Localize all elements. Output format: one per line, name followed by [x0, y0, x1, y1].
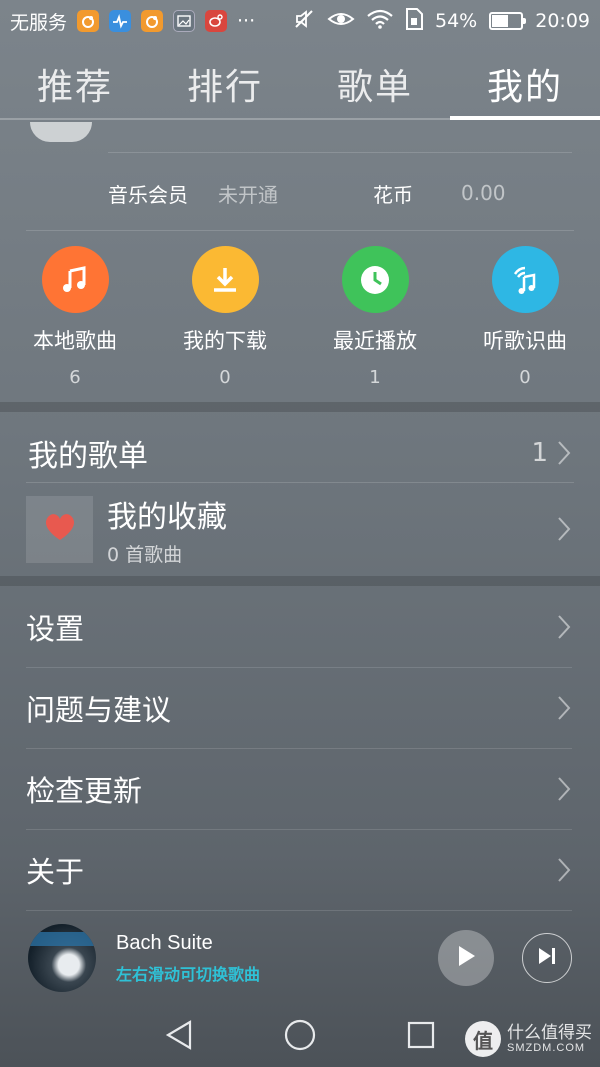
sim-icon [405, 7, 423, 35]
quick-count: 0 [519, 367, 531, 388]
menu-item-settings[interactable]: 设置 [26, 587, 572, 668]
quick-my-downloads[interactable]: 我的下载 0 [150, 246, 300, 396]
divider [26, 482, 574, 483]
coins-value[interactable]: 0.00 [461, 181, 506, 205]
heart-icon [43, 512, 77, 546]
now-playing-title: Bach Suite [116, 931, 213, 954]
menu-item-feedback[interactable]: 问题与建议 [26, 668, 572, 749]
quick-label: 本地歌曲 [33, 329, 117, 353]
music-member-status[interactable]: 未开通 [218, 179, 278, 208]
music-note-icon [41, 246, 109, 313]
recents-icon[interactable] [406, 1020, 436, 1054]
chevron-right-icon [556, 855, 572, 885]
album-art[interactable] [28, 924, 96, 992]
more-notifications-indicator: ··· [237, 10, 256, 32]
next-track-button[interactable] [522, 933, 572, 983]
quick-local-songs[interactable]: 本地歌曲 6 [0, 246, 150, 396]
tab-playlists[interactable]: 歌单 [300, 50, 450, 118]
uc-browser-icon [141, 10, 164, 32]
menu-item-check-update[interactable]: 检查更新 [26, 749, 572, 830]
tab-mine[interactable]: 我的 [450, 50, 600, 120]
favorites-thumbnail [26, 495, 93, 563]
my-playlists-title: 我的歌单 [28, 439, 148, 474]
quick-label: 最近播放 [333, 329, 417, 353]
menu-item-about[interactable]: 关于 [26, 830, 572, 911]
menu-item-label: 检查更新 [26, 774, 143, 808]
top-tab-bar: 推荐 排行 歌单 我的 [0, 50, 600, 120]
profile-divider [108, 152, 572, 153]
watermark-logo: 值 [465, 1021, 501, 1057]
favorites-song-count: 0 首歌曲 [107, 543, 183, 566]
favorites-playlist-row[interactable]: 我的收藏 0 首歌曲 [26, 494, 572, 566]
avatar[interactable] [30, 122, 92, 142]
quick-recent-plays[interactable]: 最近播放 1 [300, 246, 450, 396]
watermark: 值 什么值得买 SMZDM.COM [465, 1021, 592, 1057]
play-button[interactable] [438, 930, 494, 986]
divider [26, 230, 574, 231]
mini-player[interactable]: Bach Suite 左右滑动可切换歌曲 [0, 912, 600, 1004]
status-bar: 无服务 ··· 54% 20:09 [0, 0, 600, 42]
quick-actions: 本地歌曲 6 我的下载 0 最近播放 1 听歌识曲 0 [0, 246, 600, 396]
quick-label: 我的下载 [183, 329, 267, 353]
weibo-icon [205, 10, 228, 32]
play-icon [456, 945, 476, 971]
home-icon[interactable] [283, 1018, 317, 1056]
tab-charts[interactable]: 排行 [150, 50, 300, 118]
watermark-text: 什么值得买 [507, 1022, 592, 1043]
menu-item-label: 设置 [26, 612, 85, 646]
coins-label: 花币 [373, 182, 413, 207]
menu-item-label: 问题与建议 [26, 693, 172, 727]
uc-browser-icon [77, 10, 100, 32]
swipe-hint: 左右滑动可切换歌曲 [116, 964, 261, 984]
settings-menu: 设置 问题与建议 检查更新 关于 [26, 587, 572, 911]
section-separator [0, 576, 600, 586]
quick-label: 听歌识曲 [483, 329, 567, 353]
skip-next-icon [537, 946, 557, 970]
membership-row: 音乐会员 未开通 花币 0.00 [108, 176, 572, 210]
chevron-right-icon [556, 693, 572, 723]
carrier-label: 无服务 [10, 11, 68, 34]
health-icon [109, 10, 132, 32]
chevron-right-icon [556, 438, 572, 468]
back-icon[interactable] [164, 1019, 194, 1055]
eye-icon [327, 9, 355, 34]
tab-recommend[interactable]: 推荐 [0, 50, 150, 118]
chevron-right-icon [556, 612, 572, 642]
mute-icon [293, 8, 315, 35]
wifi-icon [367, 9, 393, 34]
battery-fill [492, 15, 509, 27]
clock-icon [341, 246, 409, 313]
section-separator [0, 402, 600, 412]
chevron-right-icon [556, 774, 572, 804]
menu-item-label: 关于 [26, 855, 85, 889]
download-icon [191, 246, 259, 313]
watermark-domain: SMZDM.COM [507, 1042, 586, 1055]
quick-count: 1 [369, 367, 381, 388]
gallery-icon [173, 10, 196, 32]
battery-icon [489, 12, 527, 30]
music-member-label: 音乐会员 [108, 182, 188, 207]
my-playlists-header[interactable]: 我的歌单 1 [28, 425, 572, 481]
clock-time: 20:09 [535, 10, 590, 32]
quick-count: 0 [219, 367, 231, 388]
favorites-title: 我的收藏 [107, 499, 227, 535]
music-recognition-icon [491, 246, 559, 313]
quick-count: 6 [69, 367, 81, 388]
battery-percent: 54% [435, 10, 478, 32]
quick-song-recognition[interactable]: 听歌识曲 0 [450, 246, 600, 396]
chevron-right-icon [556, 514, 572, 544]
playlist-count: 1 [531, 438, 548, 468]
